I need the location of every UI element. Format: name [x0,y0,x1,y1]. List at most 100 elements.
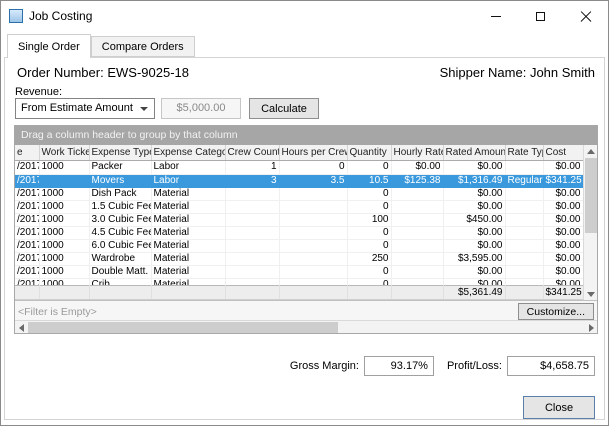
tab-single-order[interactable]: Single Order [7,34,91,58]
summary-cell [225,286,279,300]
shipper-name: Shipper Name: John Smith [440,65,595,80]
column-header[interactable]: e [15,145,39,160]
grid-cell [279,200,347,213]
grid-cell [391,226,443,239]
grid-cell [225,278,279,285]
horizontal-scroll-thumb[interactable] [28,322,338,333]
column-header[interactable]: Hours per Crew [279,145,347,160]
grid-cell: Material [151,213,225,226]
order-number: Order Number: EWS-9025-18 [17,65,189,80]
grid-row[interactable]: /20171000Double Matt.Material0$0.00$0.00 [15,265,583,278]
summary-cell [151,286,225,300]
grid-row[interactable]: /20171000Dish PackMaterial0$0.00$0.00 [15,187,583,200]
customize-button[interactable]: Customize... [518,303,594,320]
grid-cell: $341.25 [543,174,583,187]
grid-cell [391,200,443,213]
tab-strip: Single Order Compare Orders [7,34,195,58]
grid-cell [391,187,443,200]
gross-margin-label: Gross Margin: [290,360,359,372]
grid-summary: $5,361.49$341.25 [15,285,584,300]
grid-cell: $0.00 [543,239,583,252]
grid-body: /20171000PackerLabor100$0.00$0.00$0.00/2… [15,161,583,285]
grid-cell: $0.00 [543,161,583,174]
tab-compare-orders[interactable]: Compare Orders [91,36,195,57]
grid-cell: 3.5 [279,174,347,187]
grid-cell [505,239,543,252]
totals-footer: Gross Margin: 93.17% Profit/Loss: $4,658… [290,356,595,376]
close-icon [580,10,592,22]
scroll-left-arrow-icon[interactable] [15,322,27,333]
grid-cell: /2017 [15,226,39,239]
grid-cell: /2017 [15,252,39,265]
column-header[interactable]: Work Ticket [39,145,89,160]
minimize-icon [491,16,501,17]
grid-row[interactable]: /20171000PackerLabor100$0.00$0.00$0.00 [15,161,583,174]
order-number-value: EWS-9025-18 [107,65,189,80]
revenue-amount-field[interactable]: $5,000.00 [161,98,241,119]
grid-cell: $0.00 [543,200,583,213]
grid-cell: $125.38 [391,174,443,187]
grid-cell [505,213,543,226]
grid-cell: 4.5 Cubic Feet [89,226,151,239]
grid-row[interactable]: /2017MoversLabor33.510.5$125.38$1,316.49… [15,174,583,187]
grid-cell: 1000 [39,161,89,174]
profit-loss-label: Profit/Loss: [447,360,502,372]
grid-cell: 1000 [39,226,89,239]
vertical-scrollbar [583,145,597,300]
grid-cell [225,213,279,226]
grid-cell [225,226,279,239]
grid-cell [39,174,89,187]
scroll-down-arrow-icon[interactable] [585,288,597,300]
column-header[interactable]: Expense Type [89,145,151,160]
close-button[interactable]: Close [523,396,595,419]
grid-cell [225,239,279,252]
summary-cell [279,286,347,300]
grid-cell: 1000 [39,265,89,278]
grid-row[interactable]: /20171000CribMaterial0$0.00$0.00 [15,278,583,285]
column-header[interactable]: Cost [543,145,583,160]
grid-cell [505,226,543,239]
column-header[interactable]: Quantity [347,145,391,160]
grid-cell: /2017 [15,187,39,200]
minimize-button[interactable] [473,1,518,31]
grid-cell: Material [151,187,225,200]
scroll-up-arrow-icon[interactable] [585,145,597,157]
chevron-down-icon [140,107,148,111]
maximize-button[interactable] [518,1,563,31]
column-header[interactable]: Rate Type [505,145,543,160]
summary-cell [89,286,151,300]
grid-cell [279,226,347,239]
grid-cell: Material [151,252,225,265]
grid-row[interactable]: /201710004.5 Cubic FeetMaterial0$0.00$0.… [15,226,583,239]
scroll-right-arrow-icon[interactable] [585,322,597,333]
grid-cell: /2017 [15,213,39,226]
grid-cell: /2017 [15,174,39,187]
grid-row[interactable]: /201710001.5 Cubic FeetMaterial0$0.00$0.… [15,200,583,213]
grid-cell: $0.00 [443,200,505,213]
titlebar: Job Costing [1,1,608,31]
window-controls [473,1,608,31]
calculate-button[interactable]: Calculate [249,98,319,119]
grid-cell [391,213,443,226]
grid-cell: 1000 [39,213,89,226]
vertical-scroll-thumb[interactable] [585,158,597,233]
column-header[interactable]: Hourly Rate [391,145,443,160]
grid-row[interactable]: /20171000WardrobeMaterial250$3,595.00$0.… [15,252,583,265]
grid-row[interactable]: /201710003.0 Cubic FeetMaterial100$450.0… [15,213,583,226]
grid-cell: $0.00 [543,252,583,265]
grid-cell [391,265,443,278]
grid-cell [391,252,443,265]
column-header[interactable]: Crew Count [225,145,279,160]
grid-cell: Labor [151,161,225,174]
group-by-bar[interactable]: Drag a column header to group by that co… [15,126,597,145]
revenue-source-select[interactable]: From Estimate Amount [15,98,155,119]
close-window-button[interactable] [563,1,608,31]
grid-cell: 0 [347,200,391,213]
revenue-source-value: From Estimate Amount [21,102,133,114]
column-header[interactable]: Rated Amount [443,145,505,160]
grid-cell: 0 [347,265,391,278]
filter-status-text: <Filter is Empty> [18,306,97,318]
column-header[interactable]: Expense Category [151,145,225,160]
grid-row[interactable]: /201710006.0 Cubic FeetMaterial0$0.00$0.… [15,239,583,252]
grid-cell: 0 [347,226,391,239]
